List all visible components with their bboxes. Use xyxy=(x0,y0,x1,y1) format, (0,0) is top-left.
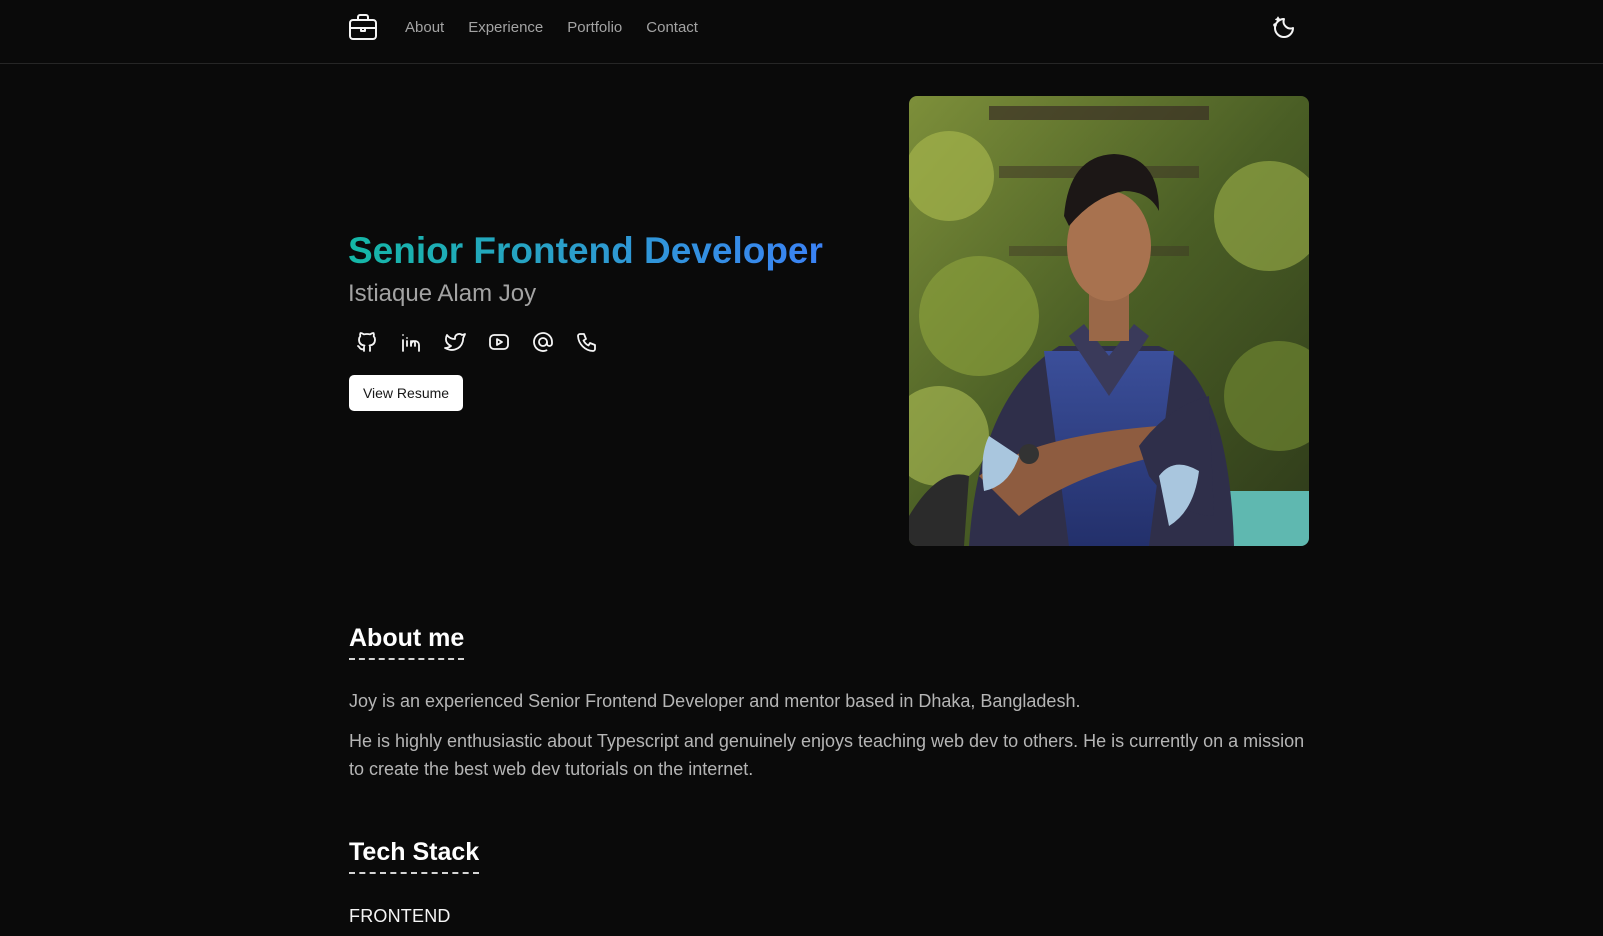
nav-link-contact[interactable]: Contact xyxy=(646,18,698,38)
github-icon[interactable] xyxy=(355,330,379,354)
about-paragraph-2: He is highly enthusiastic about Typescri… xyxy=(349,731,1305,779)
nav-link-experience[interactable]: Experience xyxy=(468,18,543,38)
main-nav: About Experience Portfolio Contact xyxy=(405,18,698,38)
about-paragraph-1: Joy is an experienced Senior Frontend De… xyxy=(349,691,1081,711)
social-links xyxy=(355,330,599,354)
linkedin-icon[interactable] xyxy=(399,330,423,354)
hero-name: Istiaque Alam Joy xyxy=(348,280,537,307)
nav-link-portfolio[interactable]: Portfolio xyxy=(567,18,622,38)
about-heading: About me xyxy=(349,622,465,660)
profile-photo xyxy=(909,96,1309,546)
phone-icon[interactable] xyxy=(575,330,599,354)
briefcase-logo-icon[interactable] xyxy=(348,13,378,41)
view-resume-button[interactable]: View Resume xyxy=(349,375,463,411)
frontend-label: FRONTEND xyxy=(349,906,451,926)
tech-stack-heading: Tech Stack xyxy=(349,836,480,874)
youtube-icon[interactable] xyxy=(487,330,511,354)
at-sign-icon[interactable] xyxy=(531,330,555,354)
hero-title: Senior Frontend Developer xyxy=(348,226,823,276)
site-header: About Experience Portfolio Contact xyxy=(0,0,1603,64)
twitter-icon[interactable] xyxy=(443,330,467,354)
nav-link-about[interactable]: About xyxy=(405,18,444,38)
theme-toggle-moon-icon[interactable] xyxy=(1270,14,1298,42)
